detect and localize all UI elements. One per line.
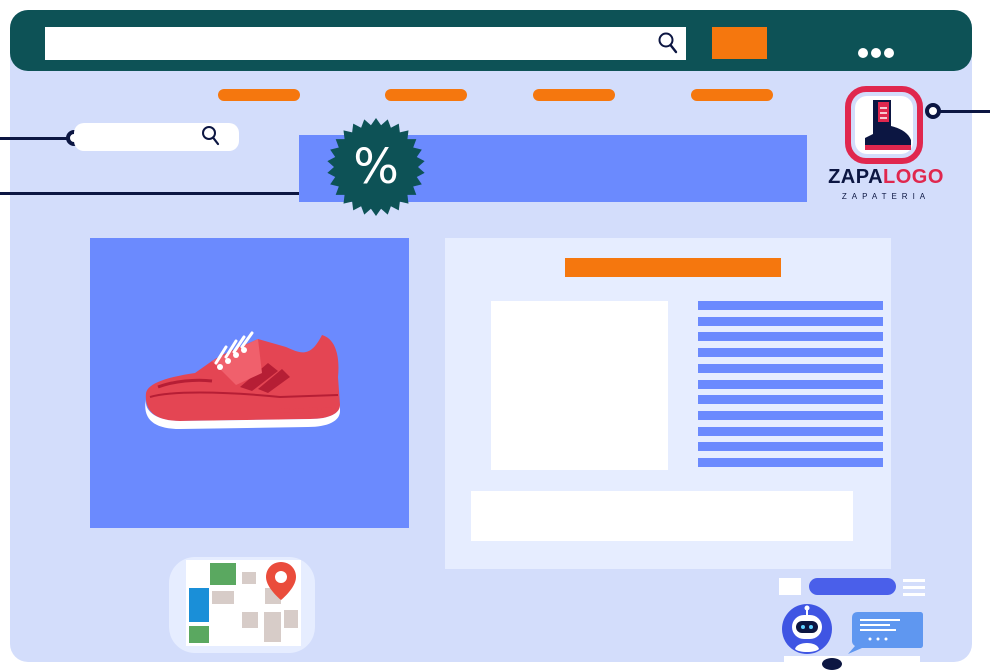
promo-badge-text: % [353, 139, 399, 195]
sneaker-image [145, 331, 340, 429]
search-icon-secondary[interactable] [198, 123, 224, 149]
chat-bubble-icon[interactable] [846, 610, 924, 654]
progress-pill[interactable] [809, 578, 896, 595]
description-line [698, 379, 883, 389]
nav-item-4[interactable] [691, 89, 773, 101]
hamburger-icon[interactable] [903, 578, 925, 596]
description-line [698, 301, 883, 310]
connector-dot-logo [925, 103, 941, 119]
more-options-icon[interactable] [858, 48, 898, 62]
description-line [698, 442, 883, 452]
description-line [698, 426, 883, 436]
product-thumbnail[interactable] [491, 301, 668, 470]
connector-line-banner [0, 192, 310, 195]
logo-tagline: ZAPATERIA [841, 192, 931, 201]
zapalogo-shoe-logo [845, 86, 923, 164]
description-line [698, 458, 883, 467]
map-pin-icon [186, 560, 301, 646]
product-action-field[interactable] [471, 491, 853, 541]
description-line [698, 395, 883, 405]
status-chip[interactable] [779, 578, 801, 595]
robot-icon[interactable] [781, 603, 833, 655]
description-line [698, 410, 883, 420]
footer-dot [822, 658, 842, 670]
description-line [698, 332, 883, 342]
nav-item-1[interactable] [218, 89, 300, 101]
nav-item-2[interactable] [385, 89, 467, 101]
product-title-bar [565, 258, 781, 277]
logo-name: ZAPALOGO [828, 166, 944, 188]
search-icon[interactable] [655, 30, 681, 56]
connector-line-search [0, 137, 70, 140]
description-line [698, 348, 883, 358]
description-line [698, 363, 883, 373]
connector-line-logo [938, 110, 990, 113]
description-line [698, 316, 883, 326]
search-button[interactable] [712, 27, 767, 59]
nav-item-3[interactable] [533, 89, 615, 101]
search-input[interactable] [45, 27, 686, 60]
footer-chip [784, 656, 920, 664]
